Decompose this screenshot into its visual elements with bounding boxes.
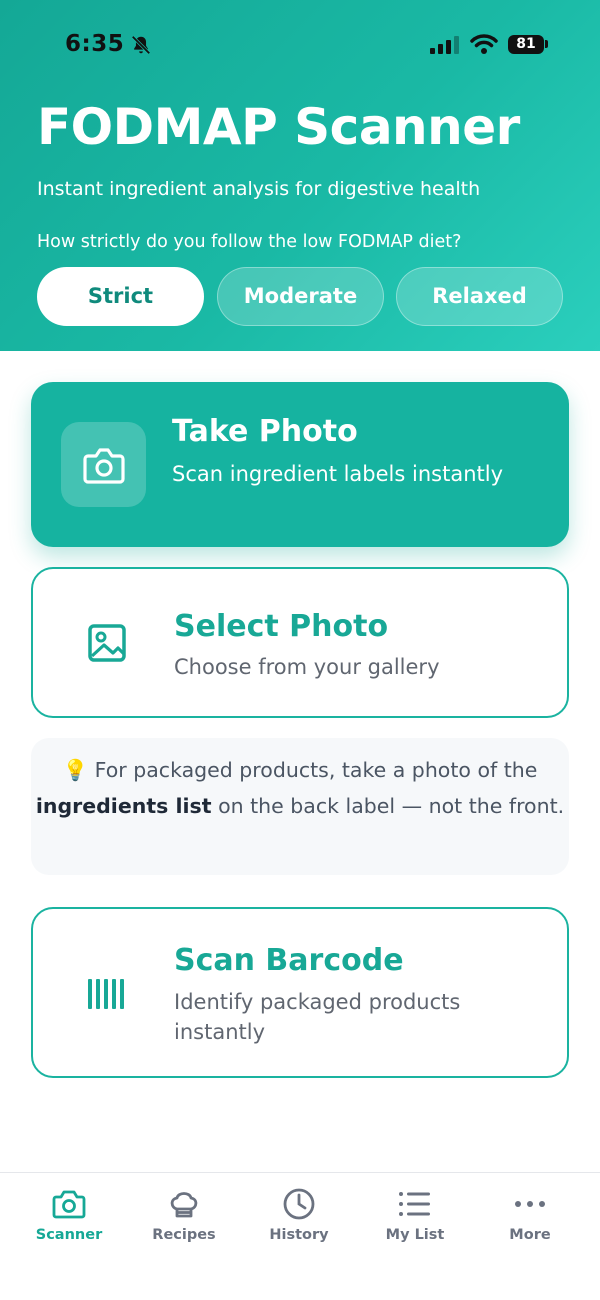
lightbulb-icon: 💡 [62, 758, 89, 782]
tab-my-list[interactable]: My List [360, 1187, 470, 1257]
clock-icon [283, 1188, 315, 1220]
more-dots-icon [515, 1201, 545, 1207]
battery-level: 81 [516, 36, 536, 52]
tip-text-bold: ingredients list [35, 794, 212, 818]
tab-scanner[interactable]: Scanner [14, 1187, 124, 1257]
tab-recipes[interactable]: Recipes [129, 1187, 239, 1257]
take-photo-title: Take Photo [172, 414, 358, 449]
take-photo-button[interactable]: Take Photo Scan ingredient labels instan… [31, 382, 569, 547]
status-time: 6:35 [65, 31, 125, 57]
select-photo-button[interactable]: Select Photo Choose from your gallery [31, 567, 569, 718]
list-icon [399, 1192, 430, 1216]
tab-more[interactable]: More [475, 1187, 585, 1257]
tab-more-label: More [509, 1227, 551, 1243]
tab-scanner-label: Scanner [35, 1227, 103, 1243]
scan-barcode-title: Scan Barcode [174, 943, 404, 978]
app-header: 6:35 81 FODMAP Scanner Instant ingredien… [0, 0, 600, 351]
take-photo-desc: Scan ingredient labels instantly [172, 462, 503, 486]
camera-icon [83, 448, 125, 484]
scan-barcode-button[interactable]: Scan Barcode Identify packaged products … [31, 907, 569, 1078]
strictness-relaxed-button[interactable]: Relaxed [396, 267, 563, 326]
chef-hat-icon [170, 1192, 198, 1218]
strictness-moderate-button[interactable]: Moderate [217, 267, 384, 326]
select-photo-desc: Choose from your gallery [174, 655, 440, 679]
wifi-icon [470, 34, 498, 54]
tip-text-before: For packaged products, take a photo of t… [94, 758, 538, 782]
app-subtitle: Instant ingredient analysis for digestiv… [37, 178, 481, 200]
barcode-icon [88, 979, 124, 1009]
battery-indicator: 81 [508, 35, 544, 54]
tab-history-label: History [269, 1227, 329, 1243]
scan-barcode-desc: Identify packaged products instantly [174, 990, 461, 1044]
battery-cap [545, 40, 548, 48]
status-bar: 6:35 81 [0, 0, 600, 90]
camera-icon [52, 1190, 86, 1219]
select-photo-title: Select Photo [174, 609, 389, 644]
tab-recipes-label: Recipes [152, 1227, 216, 1243]
ingredients-tip: 💡 For packaged products, take a photo of… [31, 738, 569, 875]
take-photo-icon-box [61, 422, 146, 507]
bell-muted-icon [131, 35, 151, 55]
strictness-question: How strictly do you follow the low FODMA… [37, 232, 462, 252]
app-title: FODMAP Scanner [37, 98, 520, 156]
image-icon [88, 624, 126, 662]
tab-history[interactable]: History [244, 1187, 354, 1257]
tab-my-list-label: My List [385, 1227, 445, 1243]
bottom-tab-bar: Scanner Recipes History My List More [0, 1172, 600, 1300]
signal-icon [430, 36, 459, 54]
tip-text-after: on the back label — not the front. [218, 794, 565, 818]
strictness-strict-button[interactable]: Strict [37, 267, 204, 326]
